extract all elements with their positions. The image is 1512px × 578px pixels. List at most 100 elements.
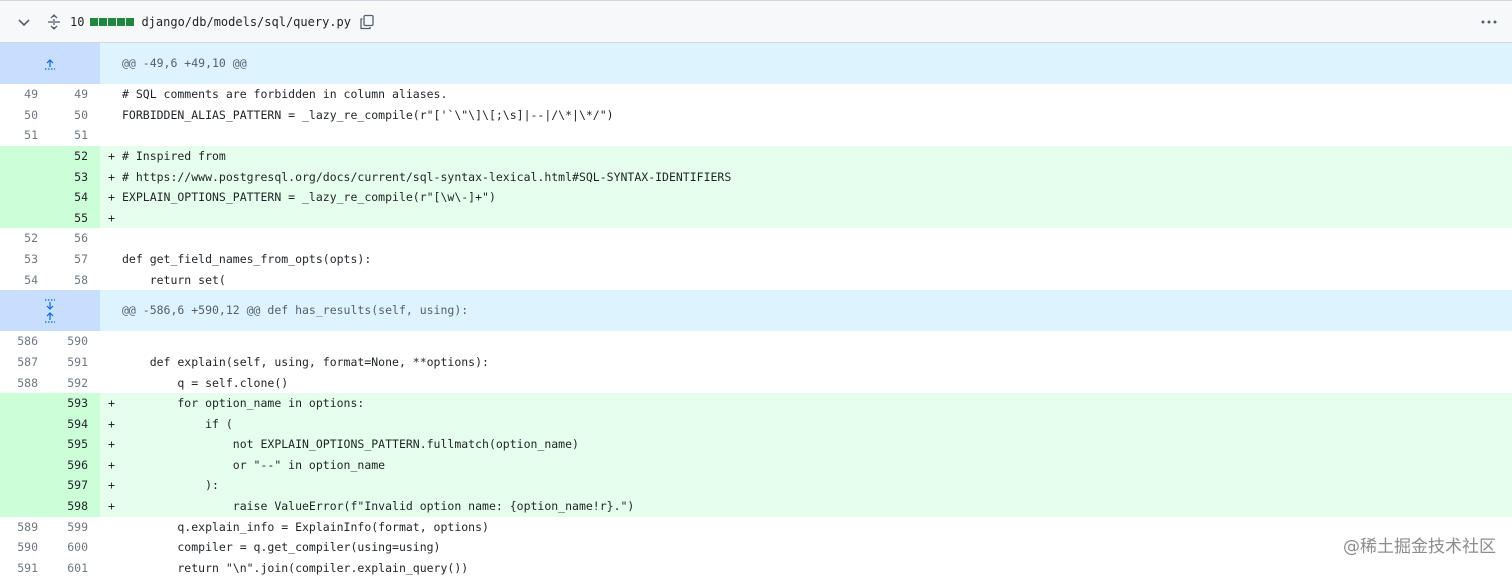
expand-up-icon[interactable] (43, 58, 57, 70)
new-line-number[interactable]: 56 (50, 228, 100, 249)
code-text: for option_name in options: (122, 393, 1512, 414)
new-line-number[interactable]: 51 (50, 125, 100, 146)
new-line-number[interactable]: 597 (50, 475, 100, 497)
old-line-number[interactable] (0, 166, 50, 188)
new-line-number[interactable]: 592 (50, 373, 100, 394)
new-line-number[interactable]: 600 (50, 537, 100, 558)
new-line-number[interactable]: 49 (50, 84, 100, 105)
diff-sign (100, 558, 122, 578)
old-line-number[interactable] (0, 413, 50, 435)
diff-sign: + (100, 166, 122, 188)
old-line-number[interactable]: 588 (0, 373, 50, 394)
hunk-header-text: @@ -586,6 +590,12 @@ def has_results(sel… (100, 290, 1512, 332)
code-text: if ( (122, 413, 1512, 435)
diff-sign (100, 84, 122, 105)
new-line-number[interactable]: 54 (50, 187, 100, 208)
old-line-number[interactable] (0, 496, 50, 517)
expand-up-icon[interactable] (43, 311, 57, 323)
code-text: # Inspired from (122, 145, 1512, 167)
old-line-number[interactable] (0, 187, 50, 208)
context-line: 53 57 def get_field_names_from_opts(opts)… (0, 249, 1512, 270)
context-line: 52 56 (0, 228, 1512, 249)
old-line-number[interactable] (0, 434, 50, 455)
hunk-header-text: @@ -49,6 +49,10 @@ (100, 43, 1512, 85)
expand-all-icon[interactable] (46, 13, 62, 30)
more-options-icon[interactable] (1480, 14, 1498, 30)
new-line-number[interactable]: 55 (50, 207, 100, 229)
diff-sign: + (100, 393, 122, 414)
diffstat-block (126, 17, 135, 26)
context-line: 591 601 return "\n".join(compiler.explain… (0, 558, 1512, 578)
new-line-number[interactable]: 593 (50, 393, 100, 414)
new-line-number[interactable]: 594 (50, 413, 100, 435)
new-line-number[interactable]: 596 (50, 454, 100, 476)
diffstat-block (117, 17, 126, 26)
diff-sign (100, 517, 122, 538)
old-line-number[interactable]: 590 (0, 537, 50, 558)
diff-sign: + (100, 145, 122, 167)
new-line-number[interactable]: 601 (50, 558, 100, 578)
old-line-number[interactable]: 54 (0, 270, 50, 291)
code-text: def get_field_names_from_opts(opts): (122, 251, 372, 266)
old-line-number[interactable]: 586 (0, 331, 50, 352)
diff-sign (100, 537, 122, 558)
file-path[interactable]: django/db/models/sql/query.py (141, 15, 351, 29)
old-line-number[interactable]: 591 (0, 558, 50, 578)
diff-sign (100, 373, 122, 394)
old-line-number[interactable]: 589 (0, 517, 50, 538)
diff-sign: + (100, 454, 122, 476)
context-line: 589 599 q.explain_info = ExplainInfo(form… (0, 517, 1512, 538)
hunk-header: @@ -586,6 +590,12 @@ def has_results(sel… (0, 290, 1512, 332)
new-line-number[interactable]: 58 (50, 270, 100, 291)
context-line: 588 592 q = self.clone() (0, 373, 1512, 394)
new-line-number[interactable]: 599 (50, 517, 100, 538)
old-line-number[interactable] (0, 454, 50, 476)
copy-icon[interactable] (359, 14, 375, 30)
added-line: 53 + # https://www.postgresql.org/docs/cur… (0, 166, 1512, 188)
diff-sign (100, 125, 122, 146)
new-line-number[interactable]: 598 (50, 496, 100, 517)
expand-lines-button[interactable] (0, 43, 100, 85)
new-line-number[interactable]: 595 (50, 434, 100, 455)
file-diff: 10 django/db/models/sql/query.py @@ -49,… (0, 0, 1512, 575)
context-line: 586 590 (0, 331, 1512, 352)
old-line-number[interactable] (0, 145, 50, 167)
context-line: 587 591 def explain(self, using, format=N… (0, 352, 1512, 373)
code-text (122, 207, 1512, 229)
context-line: 51 51 (0, 125, 1512, 146)
code-text: or "--" in option_name (122, 454, 1512, 476)
code-text: def explain(self, using, format=None, **… (122, 354, 489, 369)
old-line-number[interactable]: 587 (0, 352, 50, 373)
old-line-number[interactable]: 50 (0, 105, 50, 126)
code-text: q = self.clone() (122, 375, 289, 390)
old-line-number[interactable]: 52 (0, 228, 50, 249)
code-text: raise ValueError(f"Invalid option name: … (122, 496, 1512, 517)
context-line: 50 50 FORBIDDEN_ALIAS_PATTERN = _lazy_re_… (0, 105, 1512, 126)
diff-table: @@ -49,6 +49,10 @@ 49 49 # SQL comments ar… (0, 43, 1512, 578)
diff-sign: + (100, 434, 122, 455)
expand-down-icon[interactable] (43, 299, 57, 311)
diff-sign (100, 352, 122, 373)
diff-sign: + (100, 207, 122, 229)
chevron-down-icon[interactable] (16, 14, 32, 30)
old-line-number[interactable] (0, 475, 50, 497)
new-line-number[interactable]: 57 (50, 249, 100, 270)
diff-sign: + (100, 496, 122, 517)
expand-lines-button[interactable] (0, 290, 100, 332)
old-line-number[interactable] (0, 393, 50, 414)
old-line-number[interactable] (0, 207, 50, 229)
old-line-number[interactable]: 51 (0, 125, 50, 146)
new-line-number[interactable]: 52 (50, 145, 100, 167)
code-text: ): (122, 475, 1512, 497)
diffstat-bar (90, 17, 135, 26)
new-line-number[interactable]: 591 (50, 352, 100, 373)
context-line: 54 58 return set( (0, 270, 1512, 291)
new-line-number[interactable]: 50 (50, 105, 100, 126)
code-text: not EXPLAIN_OPTIONS_PATTERN.fullmatch(op… (122, 434, 1512, 455)
new-line-number[interactable]: 53 (50, 166, 100, 188)
diffstat-block (108, 17, 117, 26)
new-line-number[interactable]: 590 (50, 331, 100, 352)
old-line-number[interactable]: 49 (0, 84, 50, 105)
old-line-number[interactable]: 53 (0, 249, 50, 270)
